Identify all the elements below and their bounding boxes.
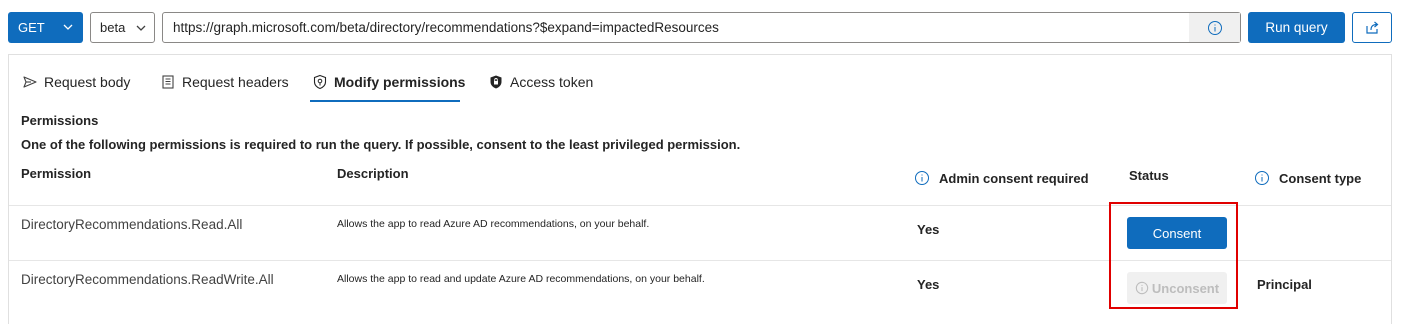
status-highlight-box	[1109, 202, 1238, 309]
tab-label: Modify permissions	[334, 74, 466, 90]
chevron-down-icon	[63, 24, 73, 30]
tab-label: Request headers	[182, 74, 289, 90]
tab-label: Access token	[510, 74, 594, 90]
tab-access-token[interactable]: Access token	[488, 70, 593, 94]
tab-modify-permissions[interactable]: Modify permissions	[312, 70, 465, 94]
info-icon[interactable]	[914, 170, 930, 186]
http-method-dropdown[interactable]: GET	[8, 12, 83, 43]
info-icon[interactable]	[1254, 170, 1270, 186]
column-header-label: Consent type	[1279, 170, 1362, 186]
shield-key-icon	[313, 74, 327, 90]
column-header-permission: Permission	[21, 166, 92, 181]
permission-name: DirectoryRecommendations.ReadWrite.All	[21, 272, 274, 287]
consent-type-value: Principal	[1257, 277, 1312, 292]
share-query-button[interactable]	[1352, 12, 1392, 43]
column-header-description: Description	[337, 166, 409, 181]
send-icon	[23, 76, 37, 88]
lock-shield-icon	[490, 75, 502, 89]
api-version-label: beta	[100, 20, 126, 35]
api-version-dropdown[interactable]: beta	[90, 12, 155, 43]
admin-consent-value: Yes	[917, 277, 940, 292]
permission-description: Allows the app to read Azure AD recommen…	[337, 218, 650, 230]
permissions-note: One of the following permissions is requ…	[21, 137, 741, 152]
permissions-title: Permissions	[21, 113, 99, 128]
url-info-button[interactable]	[1189, 13, 1240, 42]
document-icon	[162, 75, 174, 89]
column-header-status: Status	[1129, 168, 1169, 183]
column-header-label: Admin consent required	[939, 170, 1089, 186]
admin-consent-value: Yes	[917, 222, 940, 237]
permission-name: DirectoryRecommendations.Read.All	[21, 217, 243, 232]
permission-description: Allows the app to read and update Azure …	[337, 273, 705, 285]
run-query-label: Run query	[1265, 20, 1328, 35]
info-icon	[1207, 20, 1222, 35]
query-url-text: https://graph.microsoft.com/beta/directo…	[173, 20, 719, 35]
chevron-down-icon	[136, 25, 146, 31]
http-method-label: GET	[18, 20, 45, 35]
run-query-button[interactable]: Run query	[1248, 12, 1345, 43]
column-header-consent-type: Consent type	[1254, 170, 1361, 186]
selected-tab-indicator	[310, 100, 460, 102]
column-header-admin-consent: Admin consent required	[914, 170, 1089, 186]
query-url-input[interactable]: https://graph.microsoft.com/beta/directo…	[162, 12, 1241, 43]
tab-label: Request body	[44, 74, 131, 90]
tab-request-headers[interactable]: Request headers	[160, 70, 289, 94]
tab-request-body[interactable]: Request body	[22, 70, 130, 94]
share-icon	[1366, 21, 1379, 34]
